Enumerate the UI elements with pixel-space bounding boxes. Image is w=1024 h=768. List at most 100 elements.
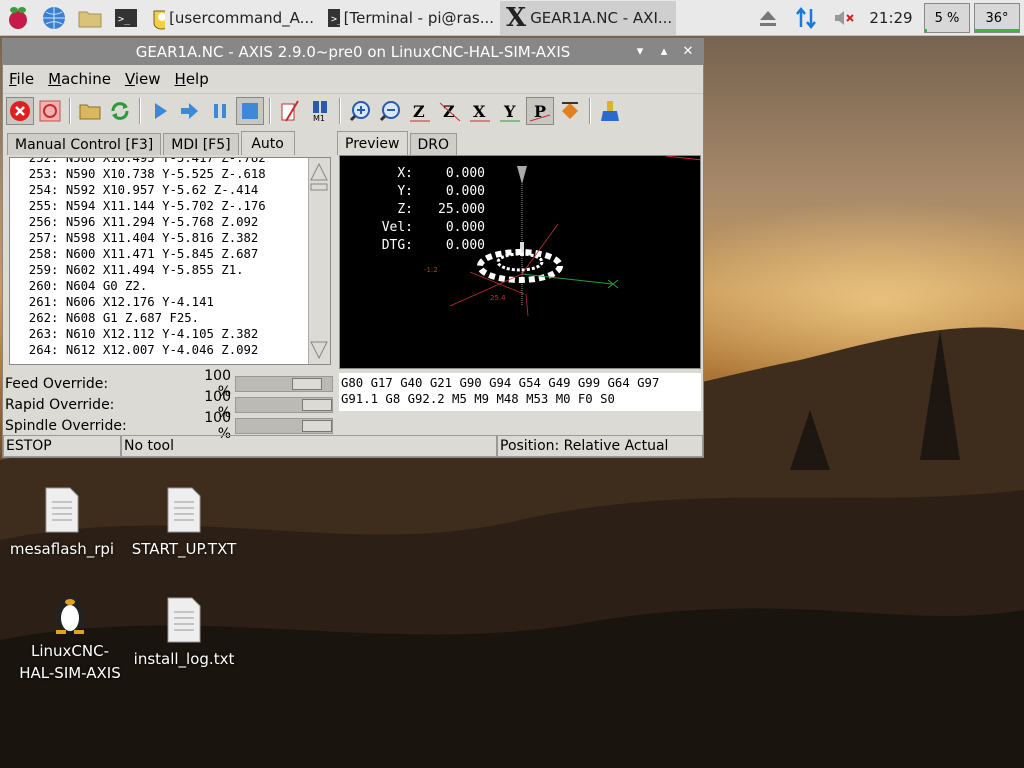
view-perspective-button[interactable]: P	[526, 96, 554, 125]
rapid-override-slider[interactable]	[235, 396, 333, 413]
estop-button[interactable]	[6, 96, 34, 125]
gcode-line[interactable]: 258: N600 X11.471 Y-5.845 Z.687	[14, 246, 266, 262]
estop-icon	[10, 100, 30, 121]
cpu-meter[interactable]: 5 %	[924, 3, 970, 33]
dro-label: X:	[397, 166, 413, 181]
reload-button[interactable]	[106, 97, 134, 125]
tool-status: No tool	[121, 435, 497, 457]
menu-help[interactable]: Help	[175, 70, 209, 88]
rotate-view-button[interactable]	[556, 97, 584, 125]
desktop-icon-startup[interactable]: START_UP.TXT	[124, 486, 244, 558]
machine-power-button[interactable]	[36, 97, 64, 125]
temperature-bar	[975, 29, 1019, 32]
spindle-override-slider[interactable]	[235, 417, 333, 434]
dro-value: 0.000	[445, 184, 485, 199]
gcode-line[interactable]: 264: N612 X12.007 Y-4.046 Z.092	[14, 342, 266, 358]
raspberry-menu-icon[interactable]	[0, 0, 36, 36]
gcode-line[interactable]: 254: N592 X10.957 Y-5.62 Z-.414	[14, 182, 266, 198]
dro-value: 0.000	[445, 220, 485, 235]
open-file-button[interactable]	[76, 97, 104, 125]
run-button[interactable]	[146, 97, 174, 125]
menubar: File Machine View Help	[3, 65, 703, 93]
tab-manual-control[interactable]: Manual Control [F3]	[7, 133, 162, 155]
window-titlebar[interactable]: GEAR1A.NC - AXIS 2.9.0~pre0 on LinuxCNC-…	[3, 39, 703, 65]
gcode-line[interactable]: 262: N608 G1 Z.687 F25.	[14, 310, 266, 326]
tab-preview[interactable]: Preview	[337, 131, 408, 155]
web-browser-icon[interactable]	[36, 0, 72, 36]
toolbar: M1 Z Z X Y P	[3, 93, 703, 127]
gcode-line[interactable]: 257: N598 X11.404 Y-5.816 Z.382	[14, 230, 266, 246]
desktop-icon-linuxcnc[interactable]: LinuxCNC-HAL-SIM-AXIS	[10, 588, 130, 684]
stop-button[interactable]	[236, 96, 264, 125]
feed-override-slider[interactable]	[235, 375, 333, 392]
slider-thumb[interactable]	[292, 377, 323, 390]
gcode-scrollbar[interactable]	[308, 158, 330, 364]
desktop-icon-mesaflash[interactable]: mesaflash_rpi	[2, 486, 122, 558]
gcode-line[interactable]: 255: N594 X11.144 Y-5.702 Z-.176	[14, 198, 266, 214]
slider-thumb[interactable]	[302, 419, 332, 432]
file-manager-icon[interactable]	[72, 0, 108, 36]
gcode-line[interactable]: 253: N590 X10.738 Y-5.525 Z-.618	[14, 166, 266, 182]
svg-text:25.4: 25.4	[490, 294, 506, 302]
gcode-line[interactable]: 252: N588 X10.493 Y-5.417 Z-.782	[14, 158, 266, 166]
dro-label: Vel:	[381, 220, 413, 235]
minimize-icon[interactable]: ▾	[631, 42, 649, 60]
spindle-override-row: Spindle Override: 100 %	[5, 410, 335, 442]
task-terminal[interactable]: >_ [Terminal - pi@ras...	[320, 1, 500, 35]
slider-thumb[interactable]	[302, 398, 332, 411]
overrides-panel: Feed Override: 100 % Rapid Override: 100…	[5, 368, 335, 442]
folder-icon	[79, 104, 101, 119]
tab-mdi[interactable]: MDI [F5]	[163, 133, 239, 155]
preview-dro: X: 0.000 Y: 0.000 Z: 25.000 Vel: 0.000 DTG: 0…	[373, 165, 485, 255]
menu-file[interactable]: File	[9, 70, 34, 88]
gcode-line[interactable]: 256: N596 X11.294 Y-5.768 Z.092	[14, 214, 266, 230]
menu-view[interactable]: View	[125, 70, 161, 88]
view-z-button[interactable]: Z	[406, 97, 434, 125]
terminal-launcher-icon[interactable]: >_	[108, 0, 144, 36]
optional-stop-button[interactable]: M1	[306, 97, 334, 125]
task-label: [Terminal - pi@ras...	[343, 8, 494, 27]
zoom-out-button[interactable]	[376, 97, 404, 125]
terminal-icon: >_	[328, 8, 340, 27]
menu-machine[interactable]: Machine	[48, 70, 111, 88]
dro-label: DTG:	[381, 238, 413, 253]
clear-plot-button[interactable]	[596, 97, 624, 125]
pause-button[interactable]	[206, 97, 234, 125]
view-y-icon: Y	[500, 102, 520, 121]
view-y-button[interactable]: Y	[496, 97, 524, 125]
task-label: [usercommand_A...	[169, 8, 314, 27]
gcode-listing[interactable]: 252: N588 X10.493 Y-5.417 Z-.782 253: N5…	[9, 157, 331, 365]
step-icon	[181, 102, 198, 119]
block-delete-button[interactable]	[276, 97, 304, 125]
desktop-icon-install-log[interactable]: install_log.txt	[124, 596, 244, 668]
step-button[interactable]	[176, 97, 204, 125]
clock[interactable]: 21:29	[862, 9, 920, 27]
zoom-in-button[interactable]	[346, 97, 374, 125]
left-tabs: Manual Control [F3] MDI [F5] Auto	[7, 131, 297, 155]
gcode-line[interactable]: 261: N606 X12.176 Y-4.141	[14, 294, 266, 310]
dro-row-vel: Vel: 0.000	[373, 219, 485, 237]
gcode-line[interactable]: 260: N604 G0 Z2.	[14, 278, 266, 294]
eject-icon[interactable]	[750, 0, 786, 36]
estop-status: ESTOP	[3, 435, 121, 457]
task-axis[interactable]: X GEAR1A.NC - AXI...	[500, 0, 676, 35]
tab-dro[interactable]: DRO	[409, 133, 458, 155]
network-icon[interactable]	[786, 0, 826, 36]
tab-auto[interactable]: Auto	[240, 131, 295, 155]
taskbar: >_ [usercommand_A... >_ [Terminal - pi@r…	[0, 0, 1024, 36]
svg-text:Y: Y	[503, 102, 516, 121]
view-z2-button[interactable]: Z	[436, 97, 464, 125]
optional-stop-icon: M1	[313, 100, 327, 123]
view-x-button[interactable]: X	[466, 97, 494, 125]
axis-window: GEAR1A.NC - AXIS 2.9.0~pre0 on LinuxCNC-…	[2, 38, 704, 458]
play-icon	[155, 102, 167, 119]
task-usercommand[interactable]: [usercommand_A...	[144, 1, 320, 35]
volume-muted-icon[interactable]	[826, 0, 862, 36]
close-icon[interactable]: ✕	[679, 42, 697, 60]
maximize-icon[interactable]: ▴	[655, 42, 673, 60]
gcode-line[interactable]: 259: N602 X11.494 Y-5.855 Z1.	[14, 262, 266, 278]
override-label: Feed Override:	[5, 375, 109, 392]
feed-override-row: Feed Override: 100 %	[5, 368, 335, 400]
gcode-line[interactable]: 263: N610 X12.112 Y-4.105 Z.382	[14, 326, 266, 342]
temperature-meter[interactable]: 36°	[974, 3, 1020, 33]
